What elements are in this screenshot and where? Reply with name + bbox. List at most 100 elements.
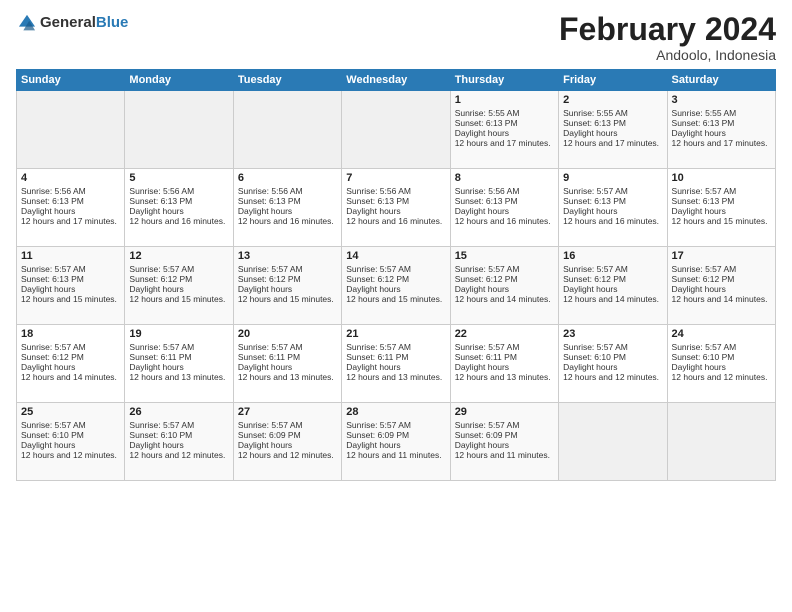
sunrise-label: Sunrise: 5:57 AM [455,420,520,430]
daylight-label: Daylight hours [346,362,400,372]
daylight-value: 12 hours and 15 minutes. [129,294,225,304]
day-number: 8 [455,172,554,184]
day-number: 27 [238,406,337,418]
sunrise-label: Sunrise: 5:57 AM [21,264,86,274]
daylight-value: 12 hours and 16 minutes. [129,216,225,226]
sunrise-label: Sunrise: 5:57 AM [129,264,194,274]
sunrise-label: Sunrise: 5:57 AM [455,264,520,274]
daylight-value: 12 hours and 15 minutes. [21,294,117,304]
week-row-3: 11Sunrise: 5:57 AMSunset: 6:13 PMDayligh… [17,247,776,325]
daylight-label: Daylight hours [21,284,75,294]
daylight-label: Daylight hours [346,206,400,216]
cell-day: 3Sunrise: 5:55 AMSunset: 6:13 PMDaylight… [667,91,775,169]
sunrise-label: Sunrise: 5:57 AM [21,342,86,352]
day-number: 15 [455,250,554,262]
sunset-label: Sunset: 6:13 PM [672,196,735,206]
sunset-label: Sunset: 6:12 PM [455,274,518,284]
sunset-label: Sunset: 6:11 PM [455,352,517,362]
day-number: 22 [455,328,554,340]
title-block: February 2024 Andoolo, Indonesia [559,12,776,63]
daylight-value: 12 hours and 16 minutes. [346,216,442,226]
daylight-value: 12 hours and 14 minutes. [563,294,659,304]
sunrise-label: Sunrise: 5:57 AM [238,420,303,430]
sunset-label: Sunset: 6:10 PM [21,430,84,440]
sunrise-label: Sunrise: 5:57 AM [238,264,303,274]
logo-blue-text: Blue [96,14,129,31]
day-number: 4 [21,172,120,184]
daylight-label: Daylight hours [672,284,726,294]
daylight-label: Daylight hours [238,206,292,216]
daylight-label: Daylight hours [129,362,183,372]
daylight-label: Daylight hours [455,128,509,138]
sunset-label: Sunset: 6:13 PM [21,274,84,284]
day-number: 23 [563,328,662,340]
sunset-label: Sunset: 6:12 PM [238,274,301,284]
sunrise-label: Sunrise: 5:57 AM [455,342,520,352]
daylight-value: 12 hours and 16 minutes. [563,216,659,226]
day-number: 28 [346,406,445,418]
cell-day: 22 Sunrise: 5:57 AMSunset: 6:11 PMDayligh… [450,325,558,403]
sunset-label: Sunset: 6:12 PM [129,274,192,284]
cell-day: 25Sunrise: 5:57 AMSunset: 6:10 PMDayligh… [17,403,125,481]
cell-day [667,403,775,481]
logo: GeneralBlue [16,12,128,34]
daylight-label: Daylight hours [21,362,75,372]
sunset-label: Sunset: 6:10 PM [563,352,626,362]
daylight-value: 12 hours and 12 minutes. [563,372,659,382]
day-number: 19 [129,328,228,340]
sunset-label: Sunset: 6:11 PM [238,352,300,362]
sunrise-label: Sunrise: 5:57 AM [21,420,86,430]
daylight-label: Daylight hours [21,440,75,450]
cell-day: 23Sunrise: 5:57 AMSunset: 6:10 PMDayligh… [559,325,667,403]
cell-day [17,91,125,169]
daylight-label: Daylight hours [563,362,617,372]
daylight-value: 12 hours and 13 minutes. [129,372,225,382]
col-header-thursday: Thursday [450,70,558,91]
sunrise-label: Sunrise: 5:56 AM [129,186,194,196]
cell-day: 21Sunrise: 5:57 AMSunset: 6:11 PMDayligh… [342,325,450,403]
daylight-label: Daylight hours [238,362,292,372]
sunset-label: Sunset: 6:12 PM [21,352,84,362]
daylight-label: Daylight hours [455,362,509,372]
daylight-value: 12 hours and 11 minutes. [455,450,550,460]
daylight-label: Daylight hours [672,206,726,216]
sunrise-label: Sunrise: 5:57 AM [129,342,194,352]
generalblue-logo-icon [16,12,38,34]
day-number: 21 [346,328,445,340]
daylight-value: 12 hours and 17 minutes. [455,138,551,148]
sunset-label: Sunset: 6:09 PM [346,430,409,440]
cell-day: 20Sunrise: 5:57 AMSunset: 6:11 PMDayligh… [233,325,341,403]
daylight-label: Daylight hours [455,284,509,294]
cell-day [342,91,450,169]
day-number: 10 [672,172,771,184]
cell-day: 8Sunrise: 5:56 AMSunset: 6:13 PMDaylight… [450,169,558,247]
sunset-label: Sunset: 6:12 PM [672,274,735,284]
daylight-label: Daylight hours [129,284,183,294]
day-number: 14 [346,250,445,262]
daylight-label: Daylight hours [563,284,617,294]
week-row-2: 4Sunrise: 5:56 AMSunset: 6:13 PMDaylight… [17,169,776,247]
daylight-value: 12 hours and 14 minutes. [455,294,551,304]
daylight-value: 12 hours and 13 minutes. [455,372,551,382]
week-row-5: 25Sunrise: 5:57 AMSunset: 6:10 PMDayligh… [17,403,776,481]
sunset-label: Sunset: 6:13 PM [455,118,518,128]
sunset-label: Sunset: 6:12 PM [563,274,626,284]
cell-day: 1Sunrise: 5:55 AMSunset: 6:13 PMDaylight… [450,91,558,169]
cell-day: 5Sunrise: 5:56 AMSunset: 6:13 PMDaylight… [125,169,233,247]
daylight-value: 12 hours and 14 minutes. [672,294,768,304]
daylight-value: 12 hours and 15 minutes. [238,294,334,304]
header: GeneralBlue February 2024 Andoolo, Indon… [16,12,776,63]
daylight-label: Daylight hours [129,440,183,450]
sunrise-label: Sunrise: 5:57 AM [672,342,737,352]
sunset-label: Sunset: 6:11 PM [346,352,408,362]
col-header-monday: Monday [125,70,233,91]
cell-day: 2Sunrise: 5:55 AMSunset: 6:13 PMDaylight… [559,91,667,169]
cell-day [559,403,667,481]
daylight-label: Daylight hours [346,284,400,294]
header-row: SundayMondayTuesdayWednesdayThursdayFrid… [17,70,776,91]
daylight-label: Daylight hours [238,440,292,450]
sunset-label: Sunset: 6:13 PM [346,196,409,206]
daylight-value: 12 hours and 12 minutes. [672,372,768,382]
sunset-label: Sunset: 6:13 PM [563,118,626,128]
cell-day: 16Sunrise: 5:57 AMSunset: 6:12 PMDayligh… [559,247,667,325]
